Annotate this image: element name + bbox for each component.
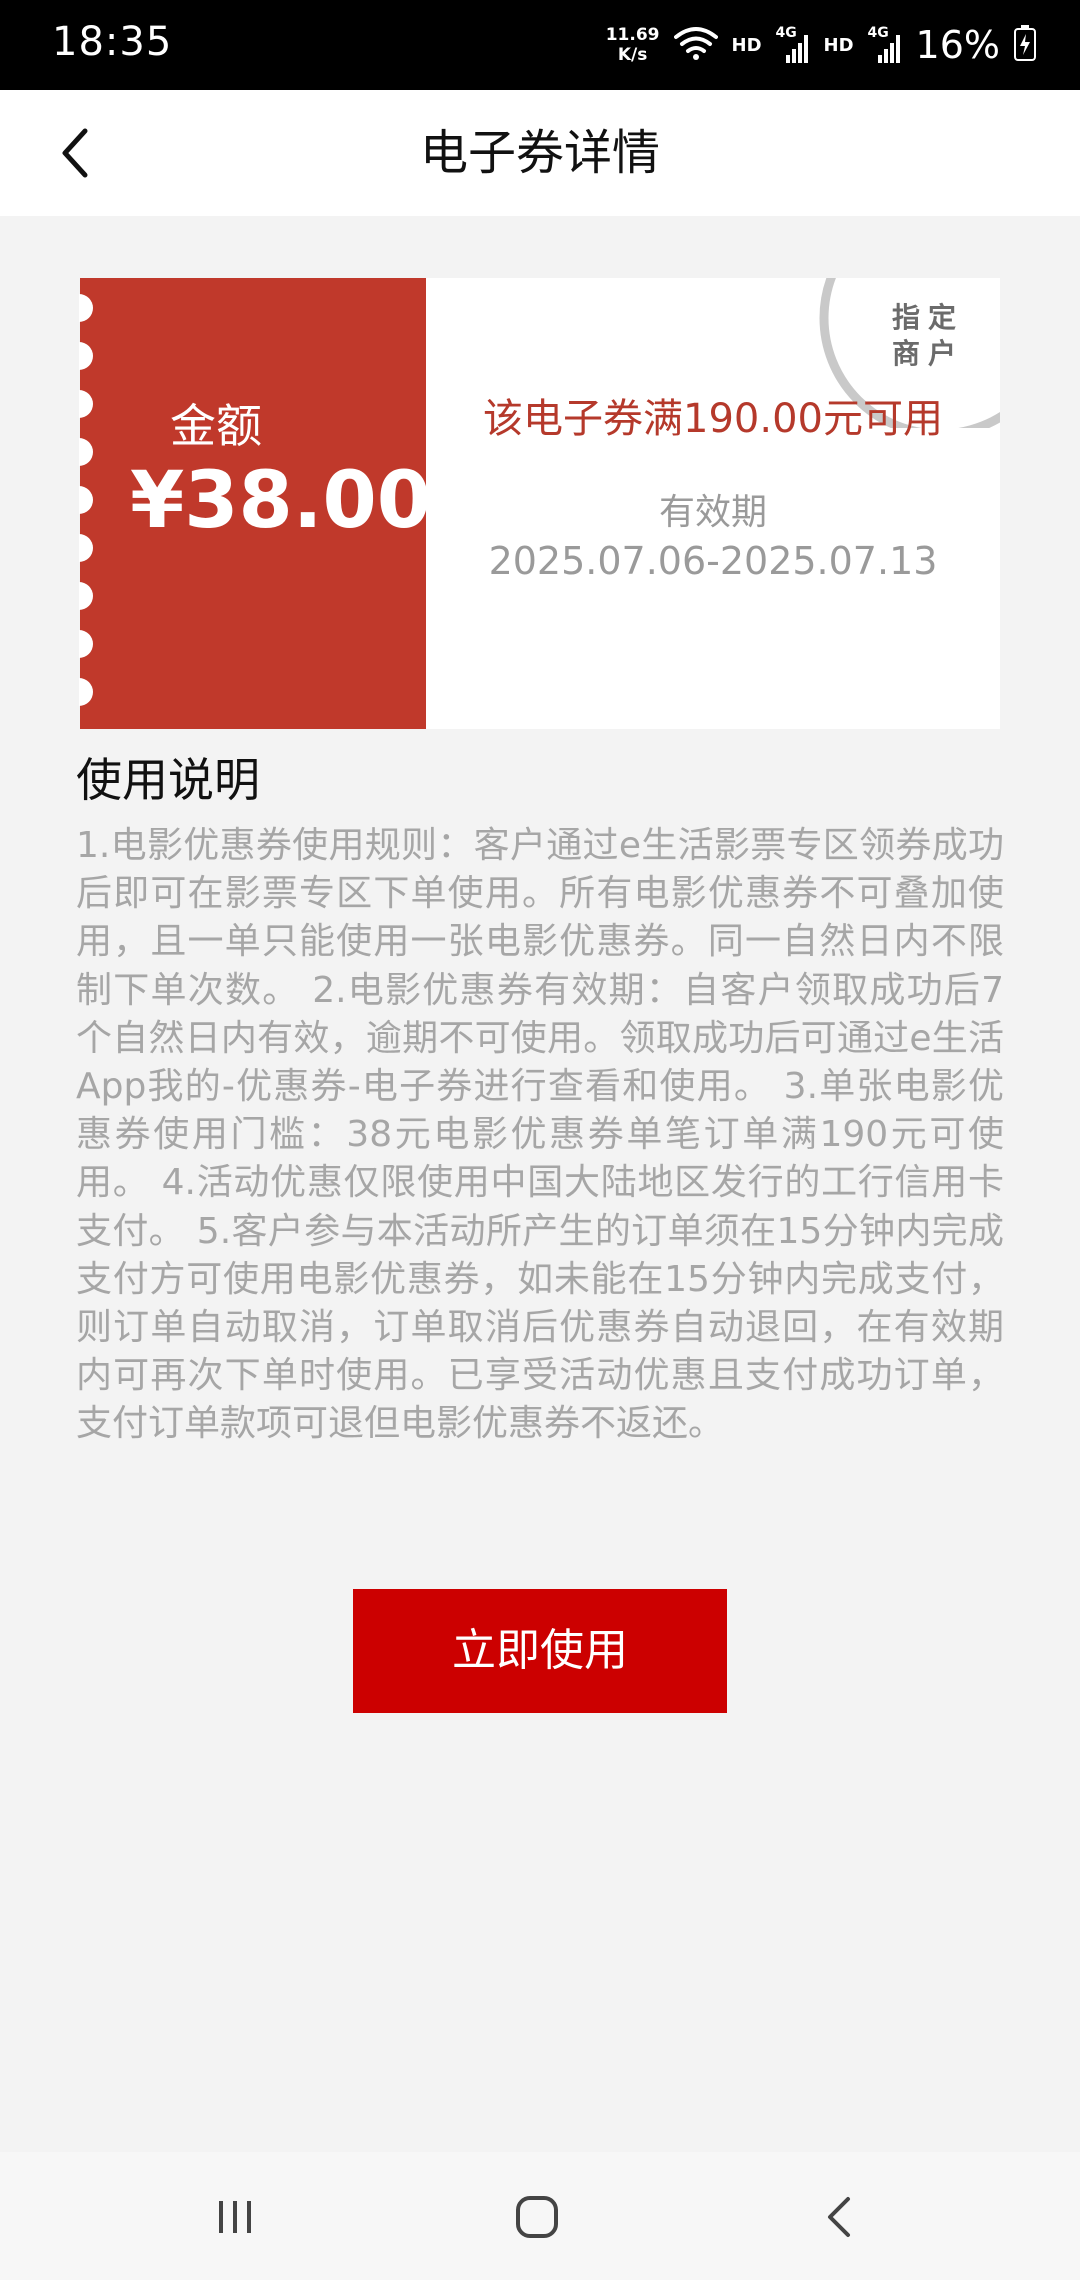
signal-4g-label-1: 4G [775,25,797,41]
status-time: 18:35 [52,19,173,65]
validity-label: 有效期 [658,492,767,533]
battery-icon [1014,25,1036,65]
coupon-amount-panel: 金额 ¥38.00 [79,278,431,729]
network-speed-unit: K/s [617,45,648,65]
coupon-amount-value: ¥38.00 [130,456,431,546]
coupon-condition: 该电子券满190.00元可用 [483,396,943,442]
instructions-title: 使用说明 [76,753,260,807]
recent-apps-icon [219,2201,251,2233]
network-speed-value: 11.69 [605,25,660,45]
battery-percent: 16% [915,23,1000,67]
coupon-amount-label: 金额 [170,399,262,453]
signal-icon-2: 4G [868,25,902,65]
status-icons: 11.69 K/s HD 4G HD 4G 16% [606,0,1036,90]
coupon-card: 金额 ¥38.00 指定商户 该电子券满190.00元可用 有效期 2025.0… [79,278,1000,729]
signal-icon: 4G [776,25,810,65]
instructions-body: 1.电影优惠券使用规则：客户通过e生活影票专区领券成功后即可在影票专区下单使用。… [76,825,1004,1445]
system-nav-bar [0,2152,1080,2280]
system-back-button[interactable] [804,2182,874,2252]
status-bar: 18:35 11.69 K/s HD 4G HD 4G 16% [0,0,1080,90]
wifi-icon [673,25,718,65]
page-title: 电子券详情 [419,125,660,181]
home-button[interactable] [502,2182,572,2252]
app-header: 电子券详情 [0,90,1080,216]
stamp-text: 指定商户 [891,301,964,370]
hd-label-2: HD [823,34,854,56]
back-icon [828,2197,850,2237]
recent-apps-button[interactable] [200,2182,270,2252]
coupon-edge-scallops [79,294,93,706]
network-speed: 11.69 K/s [606,25,660,65]
hd-label-1: HD [731,34,762,56]
use-now-button[interactable]: 立即使用 [353,1589,727,1713]
validity-range: 2025.07.06-2025.07.13 [488,539,938,583]
signal-4g-label-2: 4G [867,25,889,41]
coupon-info-panel: 指定商户 该电子券满190.00元可用 有效期 2025.07.06-2025.… [426,278,1000,729]
home-icon [516,2196,558,2238]
